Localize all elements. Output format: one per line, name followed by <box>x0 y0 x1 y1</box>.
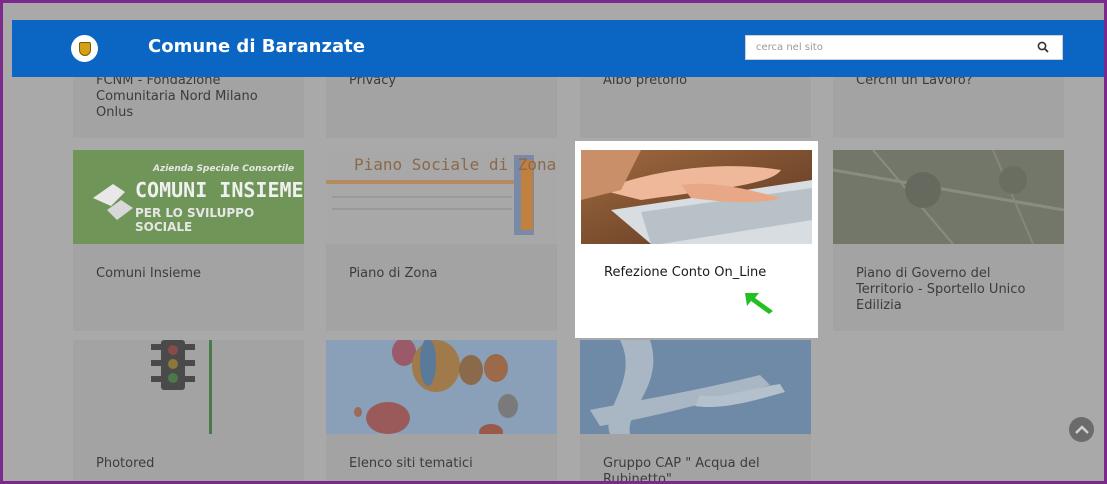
traffic-light-image <box>73 340 304 434</box>
card-piano-di-zona[interactable]: Piano Sociale di Zona Piano di Zona <box>326 150 557 331</box>
card-siti-tematici[interactable]: Elenco siti tematici <box>326 340 557 481</box>
site-header: Comune di Baranzate <box>12 20 1104 77</box>
card-refezione-online[interactable]: Refezione Conto On_Line <box>575 141 818 338</box>
keyboard-typing-image <box>581 150 812 244</box>
water-hand-graphic <box>590 340 785 434</box>
card-label: Refezione Conto On_Line <box>604 265 767 280</box>
card-label: Piano di Governo del Territorio - Sporte… <box>856 266 1026 313</box>
search-box[interactable] <box>745 35 1063 60</box>
search-input[interactable] <box>746 36 1016 59</box>
browser-frame: FCNM - Fondazione Comunitaria Nord Milan… <box>0 0 1107 484</box>
comuni-insieme-logo: Azienda Speciale Consortile COMUNI INSIE… <box>73 150 304 244</box>
logo-line2: COMUNI INSIEME <box>135 178 304 202</box>
card-comuni-insieme[interactable]: Azienda Speciale Consortile COMUNI INSIE… <box>73 150 304 331</box>
site-title[interactable]: Comune di Baranzate <box>148 36 365 57</box>
chevron-up-icon <box>1074 424 1089 434</box>
piano-zona-logo-title: Piano Sociale di Zona <box>354 155 557 174</box>
card-label: Comuni Insieme <box>96 266 202 281</box>
traffic-light-icon <box>151 340 212 434</box>
card-label: FCNM - Fondazione Comunitaria Nord Milan… <box>96 73 258 120</box>
balloons-graphic <box>354 340 518 434</box>
balloons-image <box>326 340 557 434</box>
green-arrow-cursor-icon <box>745 293 773 314</box>
scroll-to-top-button[interactable] <box>1069 417 1094 442</box>
logo-line1: Azienda Speciale Consortile <box>153 164 295 174</box>
card-gruppo-cap[interactable]: Gruppo CAP " Acqua del Rubinetto" <box>580 340 811 484</box>
card-label: Photored <box>96 456 155 471</box>
coat-of-arms-icon[interactable] <box>71 35 98 62</box>
card-photored[interactable]: Photored <box>73 340 304 481</box>
card-pgt-sportello[interactable]: Piano di Governo del Territorio - Sporte… <box>833 150 1064 331</box>
card-label: Gruppo CAP " Acqua del Rubinetto" <box>603 456 760 484</box>
search-icon[interactable] <box>1037 41 1050 54</box>
water-hand-image <box>580 340 811 434</box>
aerial-map-image <box>833 150 1064 244</box>
aerial-map-graphic <box>833 150 1064 244</box>
logo-line3: PER LO SVILUPPO SOCIALE <box>135 206 255 234</box>
keyboard-typing-graphic <box>581 150 812 244</box>
piano-zona-logo: Piano Sociale di Zona <box>326 150 557 244</box>
card-label: Elenco siti tematici <box>349 456 473 471</box>
card-label: Piano di Zona <box>349 266 438 281</box>
